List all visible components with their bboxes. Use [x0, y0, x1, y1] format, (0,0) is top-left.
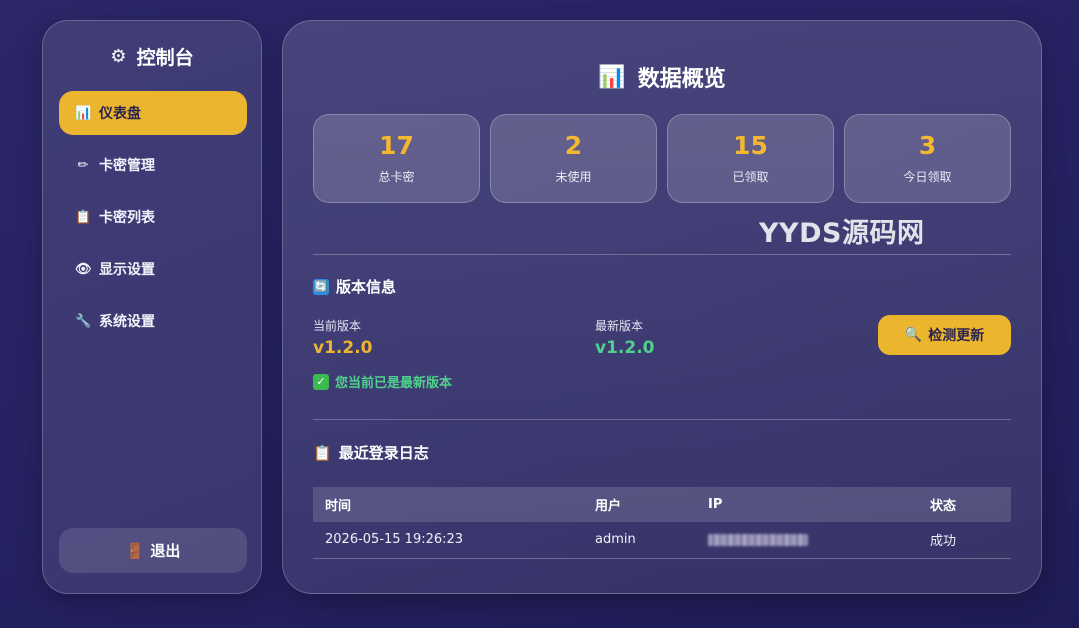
- sidebar-item-label: 系统设置: [99, 314, 155, 330]
- current-version-value: v1.2.0: [313, 338, 373, 358]
- log-user: admin: [583, 522, 696, 559]
- login-log-table: 时间 用户 IP 状态 2026-05-15 19:26:23 admin 成功: [313, 487, 1011, 559]
- stats-row: 17 总卡密 2 未使用 15 已领取 3 今日领取: [313, 114, 1011, 203]
- logs-section-title: 📋 最近登录日志: [313, 442, 429, 463]
- stat-card-today: 3 今日领取: [844, 114, 1011, 203]
- section-title-text: 最近登录日志: [338, 444, 429, 462]
- stat-value: 17: [379, 130, 414, 160]
- door-icon: 🚪: [125, 541, 145, 560]
- sidebar-brand: ⚙ 控制台: [43, 43, 261, 70]
- clipboard-icon: 📋: [313, 443, 332, 462]
- stat-card-total: 17 总卡密: [313, 114, 480, 203]
- column-header-status: 状态: [918, 487, 1011, 522]
- page-title-text: 数据概览: [637, 67, 726, 92]
- eye-icon: 👁: [75, 261, 92, 277]
- version-section-title: 🔄 版本信息: [313, 276, 396, 297]
- redacted-ip: [708, 533, 808, 546]
- divider: [313, 254, 1011, 255]
- current-version-label: 当前版本: [313, 319, 362, 333]
- sidebar: ⚙ 控制台 📊 仪表盘 ✏ 卡密管理 📋 卡密列表 👁 显示设置 🔧 系统设置 …: [42, 20, 262, 594]
- sidebar-nav: 📊 仪表盘 ✏ 卡密管理 📋 卡密列表 👁 显示设置 🔧 系统设置: [59, 91, 247, 351]
- section-title-text: 版本信息: [336, 278, 397, 296]
- stat-card-claimed: 15 已领取: [667, 114, 834, 203]
- sidebar-item-display-settings[interactable]: 👁 显示设置: [59, 247, 247, 291]
- stat-label: 未使用: [555, 169, 592, 184]
- clipboard-icon: 📋: [75, 209, 92, 225]
- refresh-icon: 🔄: [313, 278, 329, 295]
- stat-value: 15: [733, 130, 768, 160]
- log-time: 2026-05-15 19:26:23: [313, 522, 583, 559]
- latest-version-label: 最新版本: [595, 319, 644, 333]
- stat-label: 已领取: [732, 169, 769, 184]
- search-icon: 🔍: [904, 327, 923, 343]
- gear-icon: ⚙: [110, 46, 127, 67]
- chart-icon: 📊: [75, 105, 92, 121]
- stat-value: 3: [918, 130, 937, 160]
- sidebar-item-card-management[interactable]: ✏ 卡密管理: [59, 143, 247, 187]
- check-mark-icon: ✓: [313, 373, 329, 390]
- column-header-time: 时间: [313, 487, 583, 522]
- check-update-button[interactable]: 🔍 检测更新: [878, 315, 1011, 355]
- sidebar-item-label: 卡密管理: [99, 158, 155, 174]
- log-ip: [696, 522, 918, 559]
- chart-icon: 📊: [598, 64, 626, 90]
- sidebar-item-system-settings[interactable]: 🔧 系统设置: [59, 299, 247, 343]
- check-update-label: 检测更新: [928, 328, 985, 344]
- logout-button[interactable]: 🚪 退出: [59, 528, 247, 573]
- stat-card-unused: 2 未使用: [490, 114, 657, 203]
- sidebar-item-dashboard[interactable]: 📊 仪表盘: [59, 91, 247, 135]
- sidebar-item-label: 卡密列表: [99, 210, 155, 226]
- stat-label: 总卡密: [378, 169, 415, 184]
- table-header-row: 时间 用户 IP 状态: [313, 487, 1011, 522]
- sidebar-item-label: 仪表盘: [99, 106, 141, 122]
- page-title: 📊 数据概览: [283, 61, 1041, 93]
- sidebar-item-label: 显示设置: [99, 262, 155, 278]
- table-row: 2026-05-15 19:26:23 admin 成功: [313, 522, 1011, 559]
- latest-version-value: v1.2.0: [595, 338, 655, 358]
- version-status-text: 您当前已是最新版本: [335, 376, 453, 391]
- log-status: 成功: [918, 522, 1011, 559]
- brand-title: 控制台: [136, 47, 194, 69]
- stat-label: 今日领取: [903, 169, 952, 184]
- column-header-ip: IP: [696, 487, 918, 522]
- column-header-user: 用户: [583, 487, 696, 522]
- sidebar-item-card-list[interactable]: 📋 卡密列表: [59, 195, 247, 239]
- version-status: ✓ 您当前已是最新版本: [313, 372, 452, 391]
- stat-value: 2: [564, 130, 583, 160]
- main-panel: 📊 数据概览 17 总卡密 2 未使用 15 已领取 3 今日领取 YYDS源码…: [282, 20, 1042, 594]
- divider: [313, 419, 1011, 420]
- pencil-icon: ✏: [77, 157, 89, 173]
- wrench-icon: 🔧: [75, 313, 92, 329]
- watermark: YYDS源码网: [759, 218, 925, 249]
- logout-label: 退出: [150, 542, 181, 560]
